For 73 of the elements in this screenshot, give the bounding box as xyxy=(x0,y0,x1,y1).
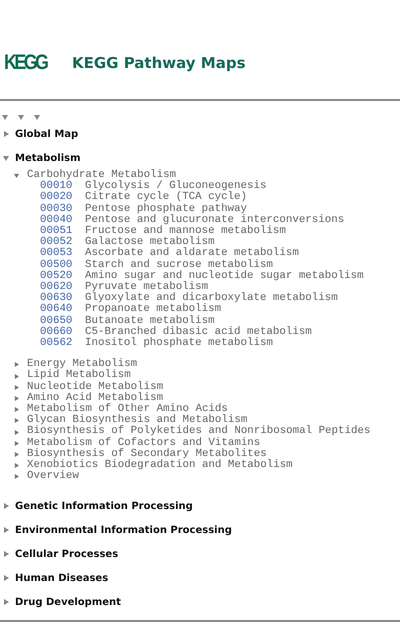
expand-triangle-icon[interactable] xyxy=(34,114,40,120)
pathway-name: Pentose phosphate pathway xyxy=(85,204,247,215)
pathway-code-link[interactable]: 00051 xyxy=(40,226,85,238)
pathway-name: Ascorbate and aldarate metabolism xyxy=(85,248,299,260)
pathway-code-link[interactable]: 00640 xyxy=(40,304,85,316)
collapsed-triangle-icon[interactable] xyxy=(3,131,9,137)
subcategory-link[interactable]: Metabolism of Other Amino Acids xyxy=(27,404,228,416)
pathway-name: Pyruvate metabolism xyxy=(85,282,208,294)
category-link[interactable]: Human Diseases xyxy=(15,572,108,584)
collapsed-triangle-icon[interactable] xyxy=(14,362,19,368)
page-title: KEGG Pathway Maps xyxy=(72,54,246,72)
pathway-code-link[interactable]: 00630 xyxy=(40,293,85,304)
pathway-code-link[interactable]: 00620 xyxy=(40,282,85,294)
pathway-code-link[interactable]: 00660 xyxy=(40,326,85,338)
collapsed-triangle-icon[interactable] xyxy=(3,575,9,582)
collapsed-triangle-icon[interactable] xyxy=(3,503,9,510)
subcategory-link[interactable]: Xenobiotics Biodegradation and Metabolism xyxy=(27,460,293,472)
pathway-name: Propanoate metabolism xyxy=(85,304,222,316)
pathway-name: Starch and sucrose metabolism xyxy=(85,260,273,271)
category-link[interactable]: Drug Development xyxy=(15,596,121,608)
subcategory-link[interactable]: Biosynthesis of Secondary Metabolites xyxy=(27,448,267,460)
category-link[interactable]: Metabolism xyxy=(15,152,81,164)
pathway-name: Glyoxylate and dicarboxylate metabolism xyxy=(85,293,338,304)
collapsed-triangle-icon[interactable] xyxy=(3,599,9,606)
collapsed-triangle-icon[interactable] xyxy=(14,374,19,379)
collapsed-triangle-icon[interactable] xyxy=(14,418,19,424)
subcategory-link[interactable]: Glycan Biosynthesis and Metabolism xyxy=(27,415,248,426)
pathway-code-link[interactable]: 00040 xyxy=(40,214,85,226)
pathway-name: C5-Branched dibasic acid metabolism xyxy=(85,326,312,338)
pathway-code-link[interactable]: 00500 xyxy=(40,260,85,271)
collapsed-triangle-icon[interactable] xyxy=(14,440,19,446)
pathway-name: Inositol phosphate metabolism xyxy=(85,338,273,350)
collapsed-triangle-icon[interactable] xyxy=(3,527,9,534)
pathway-name: Butanoate metabolism xyxy=(85,316,215,327)
pathway-code-link[interactable]: 00052 xyxy=(40,237,85,248)
subcategory-link[interactable]: Carbohydrate Metabolism xyxy=(27,170,176,182)
category-link[interactable]: Environmental Information Processing xyxy=(15,524,232,536)
category-link[interactable]: Genetic Information Processing xyxy=(15,500,193,512)
collapsed-triangle-icon[interactable] xyxy=(14,474,19,480)
collapsed-triangle-icon[interactable] xyxy=(14,407,19,412)
pathway-name: Citrate cycle (TCA cycle) xyxy=(85,192,247,204)
subcategory-link[interactable]: Energy Metabolism xyxy=(27,359,138,370)
category-link[interactable]: Cellular Processes xyxy=(15,548,118,560)
subcategory-link[interactable]: Lipid Metabolism xyxy=(27,370,131,382)
pathway-code-link[interactable]: 00520 xyxy=(40,270,85,282)
collapsed-triangle-icon[interactable] xyxy=(3,551,9,558)
subcategory-link[interactable]: Nucleotide Metabolism xyxy=(27,382,164,393)
pathway-name: Galactose metabolism xyxy=(85,237,215,248)
pathway-name: Fructose and mannose metabolism xyxy=(85,226,286,238)
kegg-logo: KEGG xyxy=(4,51,48,75)
collapsed-triangle-icon[interactable] xyxy=(14,384,19,390)
subcategory-link[interactable]: Amino Acid Metabolism xyxy=(27,392,164,404)
expanded-triangle-icon[interactable] xyxy=(3,155,9,161)
expanded-triangle-icon[interactable] xyxy=(14,173,19,178)
pathway-name: Glycolysis / Gluconeogenesis xyxy=(85,181,266,192)
pathway-code-link[interactable]: 00010 xyxy=(40,181,85,192)
subcategory-link[interactable]: Biosynthesis of Polyketides and Nonribosomal Peptides xyxy=(27,426,370,438)
pathway-code-link[interactable]: 00650 xyxy=(40,316,85,327)
collapsed-triangle-icon[interactable] xyxy=(14,452,19,457)
pathway-code-link[interactable]: 00020 xyxy=(40,192,85,204)
pathway-code-link[interactable]: 00030 xyxy=(40,204,85,215)
pathway-name: Amino sugar and nucleotide sugar metabolism xyxy=(85,270,364,282)
collapsed-triangle-icon[interactable] xyxy=(14,463,19,468)
collapsed-triangle-icon[interactable] xyxy=(14,430,19,435)
category-link[interactable]: Global Map xyxy=(15,128,78,140)
pathway-name: Pentose and glucuronate interconversions xyxy=(85,214,344,226)
collapsed-triangle-icon[interactable] xyxy=(14,396,19,401)
expand-triangle-icon[interactable] xyxy=(18,114,24,120)
pathway-code-link[interactable]: 00562 xyxy=(40,338,85,350)
expand-triangle-icon[interactable] xyxy=(2,114,8,120)
subcategory-link[interactable]: Metabolism of Cofactors and Vitamins xyxy=(27,438,260,449)
subcategory-link[interactable]: Overview xyxy=(27,471,79,482)
pathway-code-link[interactable]: 00053 xyxy=(40,248,85,260)
